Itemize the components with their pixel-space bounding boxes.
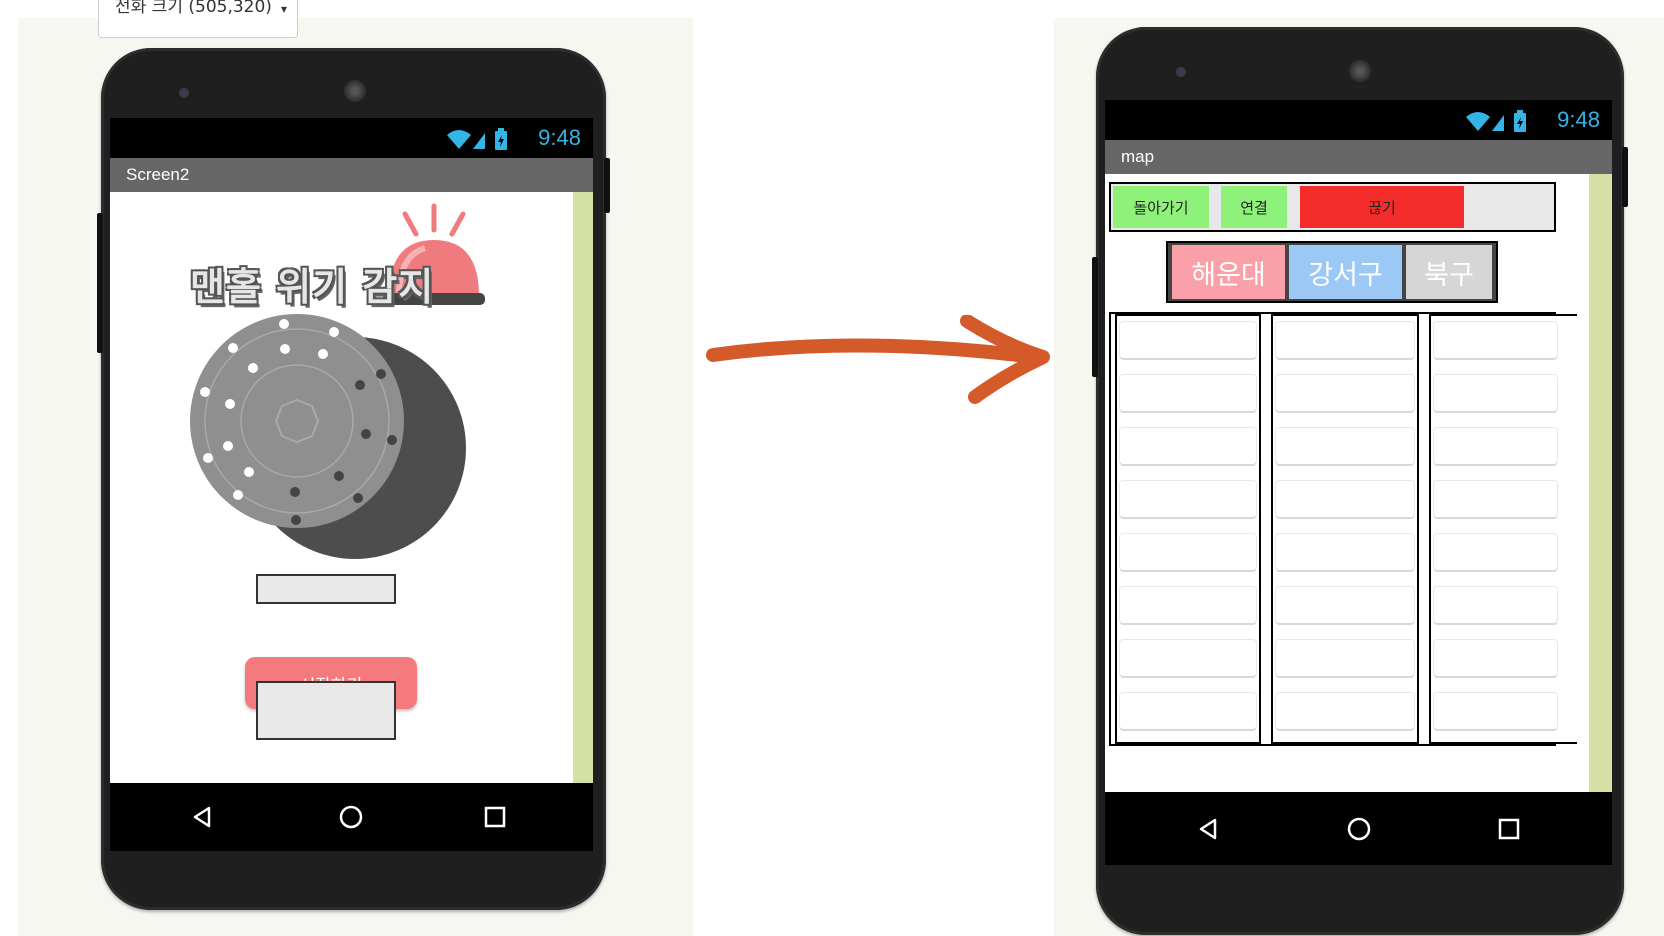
list-column-2 (1271, 314, 1419, 744)
home-circle-icon (339, 805, 363, 829)
district-row: 해운대 강서구 북구 (1166, 241, 1498, 303)
connect-button[interactable]: 연결 (1221, 186, 1287, 228)
list-cell[interactable] (1120, 534, 1256, 570)
list-cell[interactable] (1434, 534, 1557, 570)
list-cell[interactable] (1434, 428, 1557, 464)
list-cell[interactable] (1120, 693, 1256, 729)
left-phone: 9:48 Screen2 맨홀 위기 감지 (97, 48, 610, 910)
list-cell[interactable] (1276, 534, 1414, 570)
back-triangle-icon (193, 806, 211, 828)
district-button-gangseo[interactable]: 강서구 (1289, 245, 1402, 299)
list-cell[interactable] (1276, 428, 1414, 464)
status-textbox[interactable] (256, 574, 396, 604)
status-bar: 9:48 (110, 118, 593, 158)
nav-home-button[interactable] (321, 783, 381, 851)
phone-size-dropdown[interactable]: 전화 크기 (505,320) ▾ (98, 0, 298, 38)
list-column-3 (1429, 314, 1577, 744)
scrollbar-strip (1589, 174, 1612, 792)
speaker-icon (344, 80, 366, 102)
left-phone-screen: 9:48 Screen2 맨홀 위기 감지 (110, 118, 593, 851)
output-box (256, 681, 396, 740)
recents-square-icon (1498, 818, 1520, 839)
list-cell[interactable] (1276, 693, 1414, 729)
status-time: 9:48 (1557, 107, 1600, 132)
front-camera-icon (179, 88, 189, 98)
district-button-haeundae[interactable]: 해운대 (1172, 245, 1285, 299)
list-cell[interactable] (1434, 640, 1557, 676)
transition-arrow (706, 315, 1050, 404)
wifi-signal-battery-icons (1464, 109, 1534, 137)
wifi-signal-battery-icons (445, 127, 515, 155)
right-phone-screen: 9:48 map 돌아가기 연결 끊기 해운대 강서구 북구 (1105, 100, 1612, 865)
scrollbar-strip (573, 192, 593, 783)
home-circle-icon (1347, 817, 1371, 840)
list-cell[interactable] (1120, 428, 1256, 464)
list-cell[interactable] (1120, 640, 1256, 676)
speaker-icon (1349, 60, 1371, 82)
list-cell[interactable] (1434, 587, 1557, 623)
nav-recents-button[interactable] (465, 783, 525, 851)
manhole-illustration (190, 314, 466, 559)
screen-content: 맨홀 위기 감지 (110, 192, 593, 783)
logo-title: 맨홀 위기 감지 (190, 265, 435, 309)
list-cell[interactable] (1434, 693, 1557, 729)
chevron-down-icon: ▾ (280, 2, 287, 16)
navigation-bar (1105, 792, 1612, 865)
list-cell[interactable] (1120, 587, 1256, 623)
list-cell[interactable] (1276, 481, 1414, 517)
back-button[interactable]: 돌아가기 (1113, 186, 1209, 228)
nav-home-button[interactable] (1329, 792, 1389, 865)
navigation-bar (110, 783, 593, 851)
screen-title-bar: map (1105, 140, 1612, 174)
nav-back-button[interactable] (172, 783, 232, 851)
list-cell[interactable] (1120, 322, 1256, 358)
list-cell[interactable] (1276, 375, 1414, 411)
nav-recents-button[interactable] (1479, 792, 1539, 865)
screen-content: 돌아가기 연결 끊기 해운대 강서구 북구 (1105, 174, 1612, 792)
list-cell[interactable] (1120, 481, 1256, 517)
list-grid (1109, 312, 1577, 746)
status-bar: 9:48 (1105, 100, 1612, 140)
list-cell[interactable] (1276, 587, 1414, 623)
back-triangle-icon (1199, 818, 1217, 839)
district-button-bukgu[interactable]: 북구 (1406, 245, 1492, 299)
button-row: 돌아가기 연결 끊기 (1109, 182, 1556, 232)
list-cell[interactable] (1120, 375, 1256, 411)
status-time: 9:48 (538, 125, 581, 150)
list-cell[interactable] (1434, 322, 1557, 358)
nav-back-button[interactable] (1178, 792, 1238, 865)
list-cell[interactable] (1434, 481, 1557, 517)
right-phone: 9:48 map 돌아가기 연결 끊기 해운대 강서구 북구 (1092, 27, 1628, 935)
recents-square-icon (484, 806, 506, 828)
disconnect-button[interactable]: 끊기 (1300, 186, 1464, 228)
front-camera-icon (1176, 67, 1186, 77)
screen-title-bar: Screen2 (110, 158, 593, 192)
list-column-1 (1115, 314, 1261, 744)
phone-size-label: 전화 크기 (505,320) (115, 0, 272, 17)
list-cell[interactable] (1434, 375, 1557, 411)
list-cell[interactable] (1276, 640, 1414, 676)
list-cell[interactable] (1276, 322, 1414, 358)
